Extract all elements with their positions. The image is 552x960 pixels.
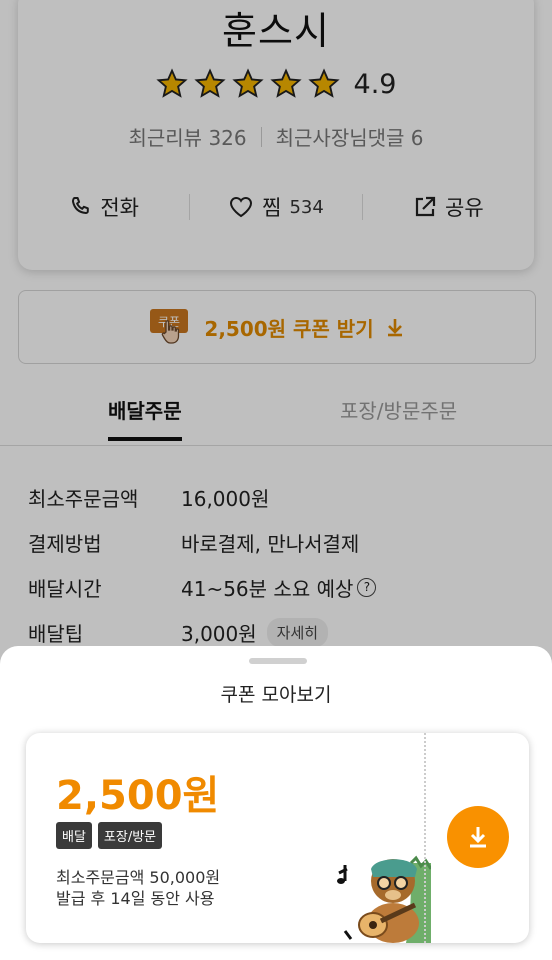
coupon-perforation <box>424 733 426 943</box>
sheet-title: 쿠폰 모아보기 <box>220 684 332 706</box>
coupon-validity: 발급 후 14일 동안 사용 <box>56 889 215 908</box>
coupon-tags: 배달 포장/방문 <box>56 822 163 849</box>
sheet-drag-handle[interactable] <box>249 658 307 664</box>
tag-delivery: 배달 <box>56 822 92 849</box>
coupon-amount: 2,500원 <box>56 773 220 819</box>
tag-pickup: 포장/방문 <box>97 822 163 849</box>
coupon-card: 2,500원 배달 포장/방문 최소주문금액 50,000원 발급 후 14일 … <box>26 733 529 943</box>
download-coupon-button[interactable] <box>447 806 509 868</box>
guitar-mascot-illustration <box>337 855 431 943</box>
coupon-bottom-sheet: 쿠폰 모아보기 2,500원 배달 포장/방문 최소주문금액 50,000원 발… <box>0 646 552 960</box>
download-icon <box>470 827 486 848</box>
coupon-min-order: 최소주문금액 50,000원 <box>56 868 221 887</box>
coupon-conditions: 최소주문금액 50,000원 발급 후 14일 동안 사용 <box>56 867 220 909</box>
